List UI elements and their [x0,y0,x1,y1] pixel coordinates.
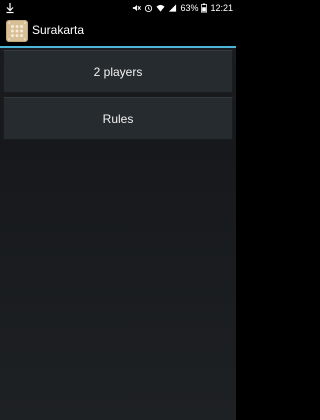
app-screen: 63% 12:21 Surakarta 2 players Rules [0,0,236,420]
rules-label: Rules [102,111,134,126]
two-players-label: 2 players [93,64,143,79]
action-bar-divider [0,46,236,48]
battery-percent: 63% [180,3,199,13]
two-players-button[interactable]: 2 players [3,50,233,93]
battery-icon [201,3,208,13]
signal-icon [169,4,177,12]
surakarta-board-icon [6,20,28,42]
rules-button[interactable]: Rules [3,97,233,140]
alarm-icon [145,4,153,13]
download-icon [6,3,14,14]
action-bar: Surakarta [0,16,236,46]
clock-time: 12:21 [210,3,233,13]
status-bar: 63% 12:21 [0,0,236,16]
status-icons: 63% 12:21 [132,0,233,16]
mute-icon [133,4,142,12]
wifi-icon [156,4,166,12]
app-title: Surakarta [32,23,85,37]
